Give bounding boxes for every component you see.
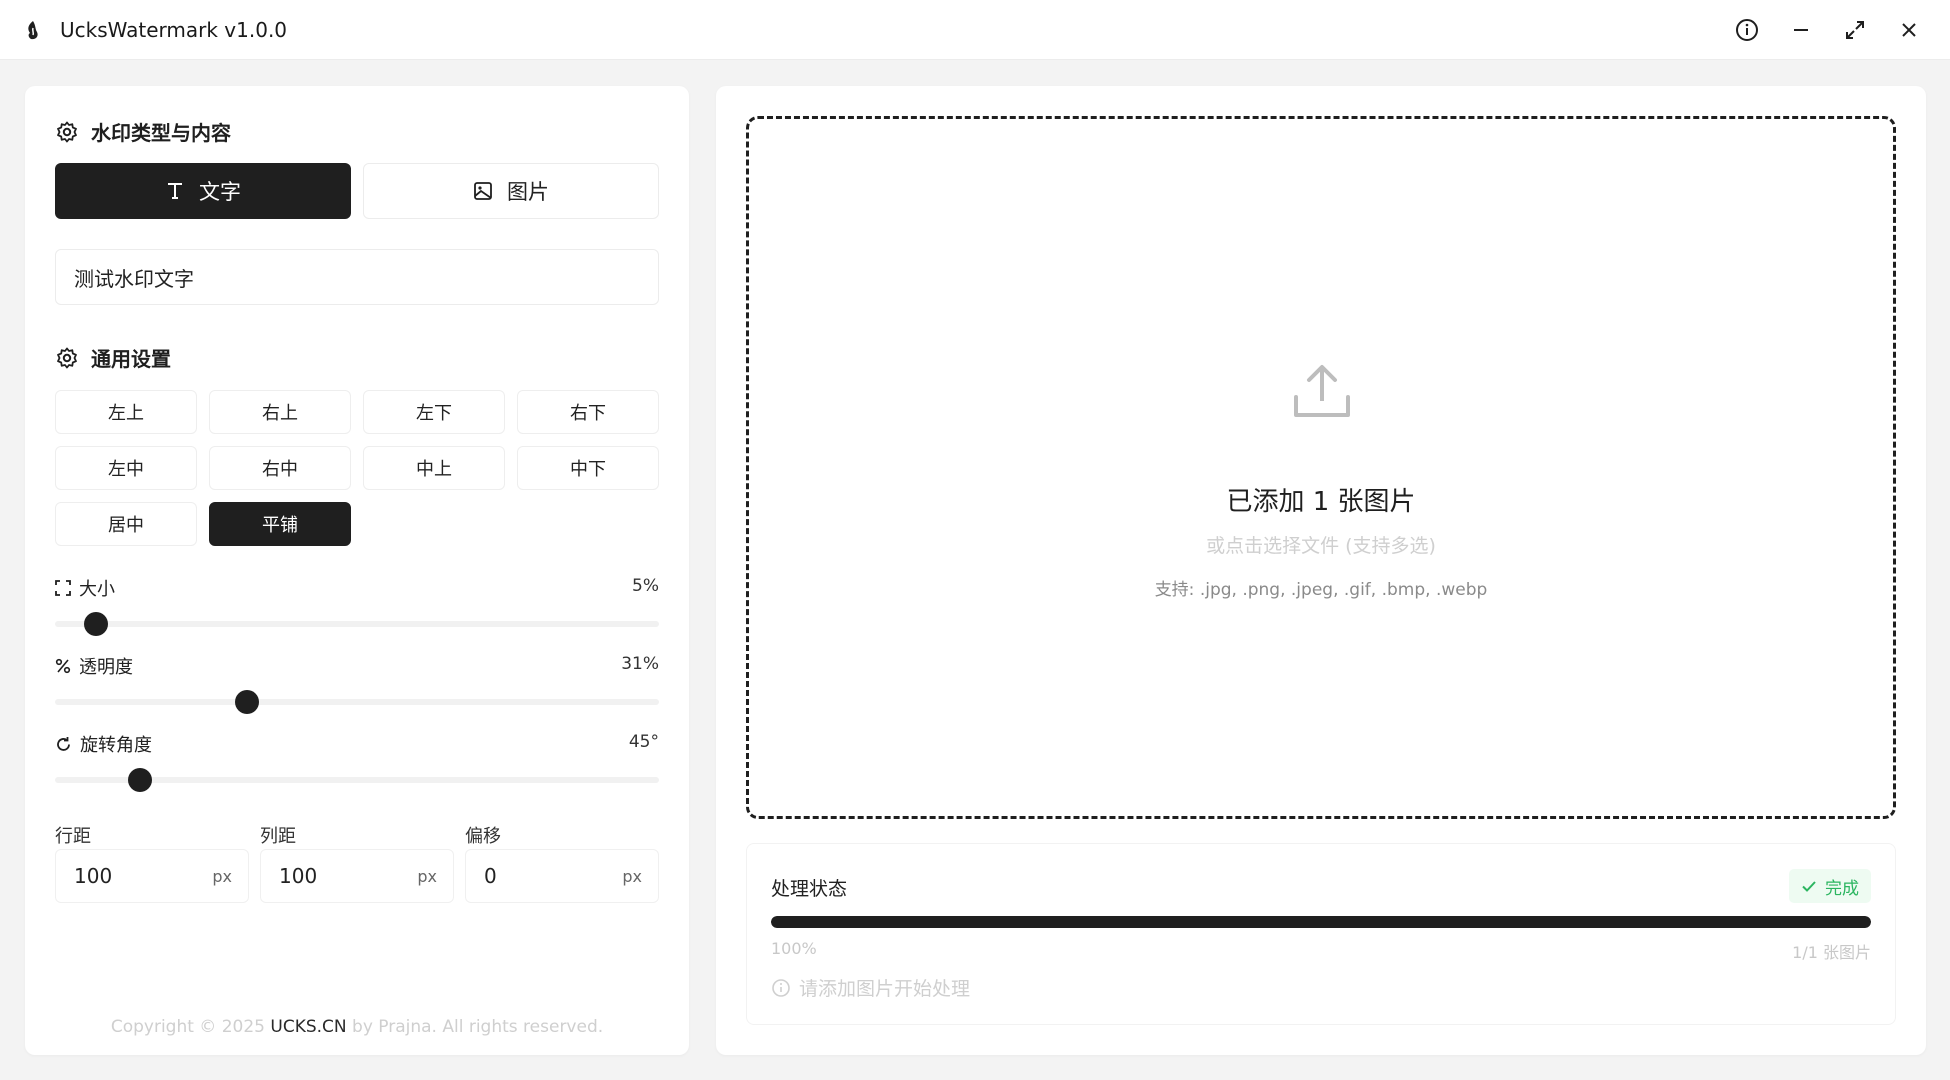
rotation-slider-thumb[interactable] [127,768,152,792]
gear-icon [57,121,77,142]
brand-link[interactable]: UCKS.CN [270,1017,346,1037]
text-type-button[interactable]: 文字 [55,163,351,219]
position-top-left[interactable]: 左上 [55,390,197,434]
position-bottom-center[interactable]: 中下 [517,446,659,490]
position-middle-left[interactable]: 左中 [55,446,197,490]
progress-percent: 100% [771,939,817,958]
drop-subtitle: 或点击选择文件 (支持多选) [1206,535,1436,557]
position-middle-right[interactable]: 右中 [209,446,351,490]
row-spacing-field[interactable]: 100 px [55,849,249,903]
percent-icon [55,658,71,674]
offset-label: 偏移 [465,826,501,847]
size-slider-thumb[interactable] [84,612,108,636]
opacity-value: 31% [621,654,659,674]
status-badge: 完成 [1789,869,1871,903]
drop-supported-formats: 支持: .jpg, .png, .jpeg, .gif, .bmp, .webp [1154,580,1488,600]
gear-icon [57,347,77,368]
maximize-button[interactable] [1828,8,1882,52]
col-spacing-label: 列距 [260,826,296,847]
row-spacing-unit: px [212,866,232,886]
type-section-header: 水印类型与内容 [55,117,231,146]
maximize-icon [1846,21,1864,39]
position-center[interactable]: 居中 [55,502,197,546]
text-icon [168,183,182,199]
progress-count: 1/1 张图片 [1792,943,1871,962]
position-tile[interactable]: 平铺 [209,502,351,546]
info-button[interactable] [1720,8,1774,52]
close-icon [1902,23,1916,37]
col-spacing-field[interactable]: 100 px [260,849,454,903]
col-spacing-unit: px [417,866,437,886]
row-spacing-value: 100 [74,864,113,888]
copyright: Copyright © 2025 UCKS.CN by Prajna. All … [110,1017,604,1037]
image-type-button[interactable]: 图片 [363,163,659,219]
position-bottom-left[interactable]: 左下 [363,390,505,434]
minimize-icon [1794,29,1808,31]
size-label: 大小 [55,575,115,601]
progress-fill [771,916,1871,928]
rotation-slider[interactable] [55,768,659,792]
rotation-value: 45° [628,732,659,752]
opacity-label: 透明度 [55,653,133,679]
info-icon [1736,19,1758,41]
info-icon [772,978,790,997]
general-section-header: 通用设置 [55,343,171,372]
close-button[interactable] [1882,8,1936,52]
offset-value: 0 [484,864,497,888]
rotate-icon [57,736,70,751]
status-card: 处理状态 完成 100% 1/1 张图片 请添加图片开始处理 [746,843,1896,1025]
size-slider[interactable] [55,612,659,636]
minimize-button[interactable] [1774,8,1828,52]
app-logo-icon [28,20,38,39]
rotation-label: 旋转角度 [55,731,152,757]
position-top-center[interactable]: 中上 [363,446,505,490]
col-spacing-value: 100 [279,864,318,888]
preview-panel: 已添加 1 张图片 或点击选择文件 (支持多选) 支持: .jpg, .png,… [716,86,1926,1055]
text-type-label: 文字 [199,180,241,204]
opacity-slider[interactable] [55,690,659,714]
progress-bar [771,916,1871,928]
upload-icon [1294,365,1350,417]
file-drop-zone[interactable]: 已添加 1 张图片 或点击选择文件 (支持多选) 支持: .jpg, .png,… [746,116,1896,819]
size-value: 5% [632,576,659,596]
image-type-label: 图片 [507,180,549,204]
check-icon [1802,881,1816,892]
position-top-right[interactable]: 右上 [209,390,351,434]
image-icon [474,182,492,200]
resize-icon [55,580,71,596]
status-hint: 请添加图片开始处理 [771,974,970,1001]
row-spacing-label: 行距 [55,826,91,847]
opacity-slider-thumb[interactable] [234,690,259,714]
app-title: UcksWatermark v1.0.0 [60,17,288,42]
drop-title: 已添加 1 张图片 [1226,487,1416,517]
offset-unit: px [622,866,642,886]
settings-panel: 水印类型与内容 文字 图片 通用设置 左上 右上 左下 右下 左中 右中 中上 … [25,86,689,1055]
window-controls [1720,8,1936,52]
offset-field[interactable]: 0 px [465,849,659,903]
title-bar: UcksWatermark v1.0.0 [0,0,1950,60]
status-title: 处理状态 [771,878,848,900]
type-section-title: 水印类型与内容 [91,121,231,145]
position-bottom-right[interactable]: 右下 [517,390,659,434]
watermark-text-input[interactable] [55,249,659,305]
general-section-title: 通用设置 [91,347,171,371]
